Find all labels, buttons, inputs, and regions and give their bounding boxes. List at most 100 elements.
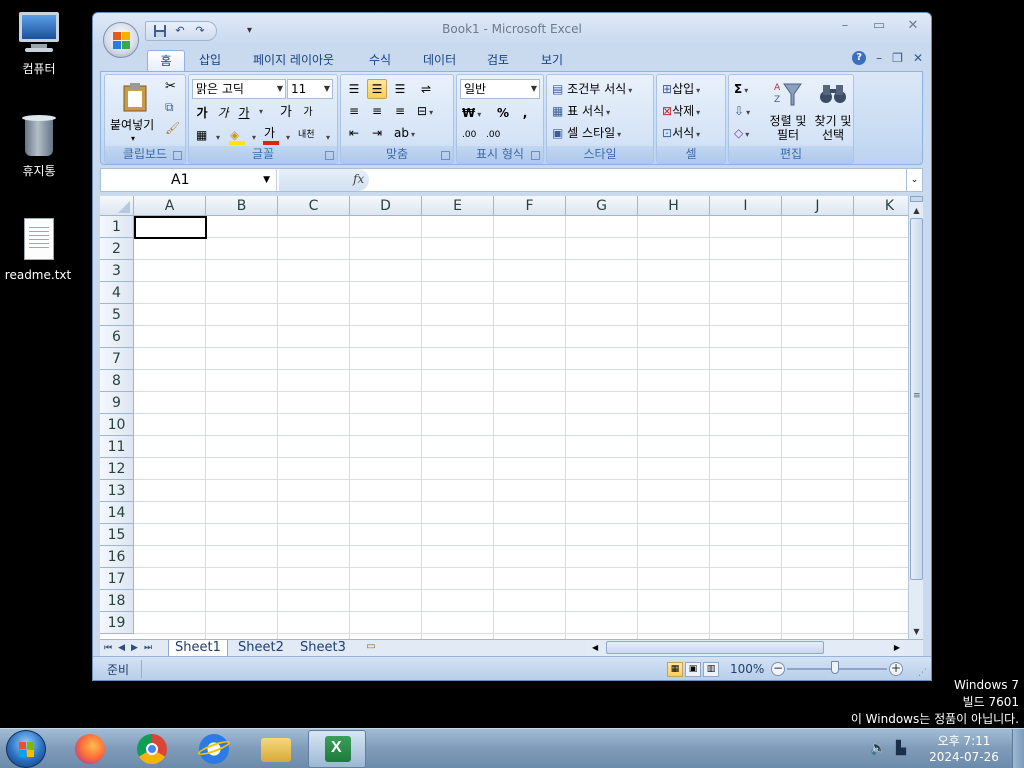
find-select-button[interactable]: 찾기 및 선택 (811, 77, 853, 143)
decrease-indent-icon[interactable]: ⇤ (344, 123, 364, 143)
copy-icon[interactable]: ⧉ (165, 100, 174, 115)
desktop-icon-readme[interactable]: readme.txt (0, 218, 76, 282)
column-header[interactable]: A (134, 196, 206, 216)
increase-decimal-button[interactable]: .00 (461, 125, 481, 145)
scroll-up-icon[interactable]: ▲ (909, 204, 924, 218)
row-header[interactable]: 19 (100, 612, 134, 634)
tab-insert[interactable]: 삽입 (199, 50, 221, 71)
font-color-button[interactable]: 가 ▾ (261, 125, 293, 145)
sheet-tab-1[interactable]: Sheet1 (168, 640, 228, 656)
row-header[interactable]: 5 (100, 304, 134, 326)
minimize-icon[interactable]: – (835, 18, 855, 33)
column-header[interactable]: I (710, 196, 782, 216)
row-header[interactable]: 11 (100, 436, 134, 458)
close-icon[interactable]: ✕ (903, 18, 923, 33)
format-table-button[interactable]: ▦ 표 서식 ▾ (551, 101, 651, 121)
tab-page-layout[interactable]: 페이지 레이아웃 (253, 50, 334, 71)
currency-button[interactable]: ₩ ▾ (461, 103, 489, 123)
delete-cells-button[interactable]: ⊠삭제 ▾ (661, 101, 723, 121)
italic-button[interactable]: 가 (214, 103, 232, 123)
cell-area[interactable] (134, 216, 908, 639)
scroll-left-icon[interactable]: ◀ (592, 640, 598, 656)
column-header[interactable]: C (278, 196, 350, 216)
sort-filter-button[interactable]: AZ 정렬 및 필터 (765, 77, 809, 143)
column-header[interactable]: E (422, 196, 494, 216)
dialog-launcher-icon[interactable] (325, 151, 334, 160)
tab-view[interactable]: 보기 (541, 50, 563, 71)
paste-button[interactable]: 붙여넣기 ▾ (109, 77, 157, 143)
cell-styles-button[interactable]: ▣ 셀 스타일 ▾ (551, 123, 651, 143)
row-header[interactable]: 18 (100, 590, 134, 612)
redo-icon[interactable]: ↷ (192, 24, 208, 38)
maximize-icon[interactable]: ▭ (869, 18, 889, 33)
phonetic-button[interactable]: 내천 ▾ (297, 125, 333, 145)
insert-cells-button[interactable]: ⊞삽입 ▾ (661, 79, 723, 99)
chevron-down-icon[interactable]: ▾ (259, 107, 263, 116)
clear-button[interactable]: ◇ ▾ (733, 123, 763, 143)
page-break-view-icon[interactable]: ▥ (703, 662, 719, 677)
vertical-scrollbar[interactable]: ▲ ▼ (908, 196, 923, 639)
merge-center-icon[interactable]: ⊟ ▾ (416, 101, 446, 121)
zoom-level[interactable]: 100% (730, 662, 764, 676)
row-header[interactable]: 12 (100, 458, 134, 480)
office-button[interactable] (103, 22, 139, 58)
format-cells-button[interactable]: ⊡서식 ▾ (661, 123, 723, 143)
last-sheet-icon[interactable]: ⏭ (144, 640, 152, 656)
row-header[interactable]: 6 (100, 326, 134, 348)
row-header[interactable]: 13 (100, 480, 134, 502)
expand-formula-bar-icon[interactable]: ⌄ (906, 169, 922, 191)
first-sheet-icon[interactable]: ⏮ (104, 640, 112, 656)
scroll-right-icon[interactable]: ▶ (894, 640, 900, 656)
column-header[interactable]: K (854, 196, 908, 216)
align-left-icon[interactable]: ≡ (344, 101, 364, 121)
zoom-slider-thumb[interactable] (831, 661, 839, 674)
column-header[interactable]: F (494, 196, 566, 216)
column-header[interactable]: D (350, 196, 422, 216)
align-bottom-icon[interactable]: ☰ (390, 79, 410, 99)
formula-input[interactable] (371, 169, 904, 191)
increase-indent-icon[interactable]: ⇥ (367, 123, 387, 143)
taskbar-file-explorer[interactable] (246, 730, 304, 768)
help-icon[interactable]: ? (852, 51, 867, 65)
row-header[interactable]: 17 (100, 568, 134, 590)
font-name-combo[interactable]: 맑은 고딕 ▼ (192, 79, 286, 99)
horizontal-scroll-thumb[interactable] (606, 641, 824, 654)
cut-icon[interactable]: ✂ (165, 79, 176, 94)
align-right-icon[interactable]: ≡ (390, 101, 410, 121)
split-handle[interactable] (910, 196, 923, 202)
taskbar-excel[interactable]: X (308, 730, 366, 768)
sheet-tab-2[interactable]: Sheet2 (232, 640, 290, 656)
next-sheet-icon[interactable]: ▶ (131, 640, 138, 656)
scroll-thumb[interactable] (910, 218, 923, 580)
taskbar-internet-explorer[interactable] (184, 730, 242, 768)
system-clock[interactable]: 오후 7:11 2024-07-26 (928, 733, 1000, 765)
border-button[interactable]: ▦ ▾ (193, 125, 223, 145)
grow-font-button[interactable]: 가 (277, 103, 295, 123)
tab-formulas[interactable]: 수식 (369, 50, 391, 71)
row-header[interactable]: 2 (100, 238, 134, 260)
name-box[interactable]: A1 ▼ (101, 169, 277, 191)
wrap-text-icon[interactable]: ⇌ (416, 79, 436, 99)
conditional-format-button[interactable]: ▤ 조건부 서식 ▾ (551, 79, 651, 99)
autosum-button[interactable]: Σ ▾ (733, 79, 763, 99)
desktop-icon-computer[interactable]: 컴퓨터 (1, 10, 77, 77)
prev-sheet-icon[interactable]: ◀ (118, 640, 125, 656)
align-center-icon[interactable]: ≡ (367, 101, 387, 121)
row-header[interactable]: 3 (100, 260, 134, 282)
column-header[interactable]: B (206, 196, 278, 216)
horizontal-scrollbar[interactable]: ◀ ▶ (586, 640, 904, 656)
column-header[interactable]: H (638, 196, 710, 216)
row-header[interactable]: 10 (100, 414, 134, 436)
start-button[interactable] (6, 730, 46, 768)
normal-view-icon[interactable]: ▦ (667, 662, 683, 677)
taskbar-chrome[interactable] (122, 730, 180, 768)
column-header[interactable]: G (566, 196, 638, 216)
row-header[interactable]: 15 (100, 524, 134, 546)
bold-button[interactable]: 가 (193, 103, 211, 123)
active-cell[interactable] (134, 216, 207, 239)
select-all-button[interactable] (100, 196, 134, 216)
tab-data[interactable]: 데이터 (423, 50, 456, 71)
network-warning-icon[interactable]: ▙ (896, 741, 906, 756)
dialog-launcher-icon[interactable] (173, 151, 182, 160)
decrease-decimal-button[interactable]: .00 (485, 125, 505, 145)
